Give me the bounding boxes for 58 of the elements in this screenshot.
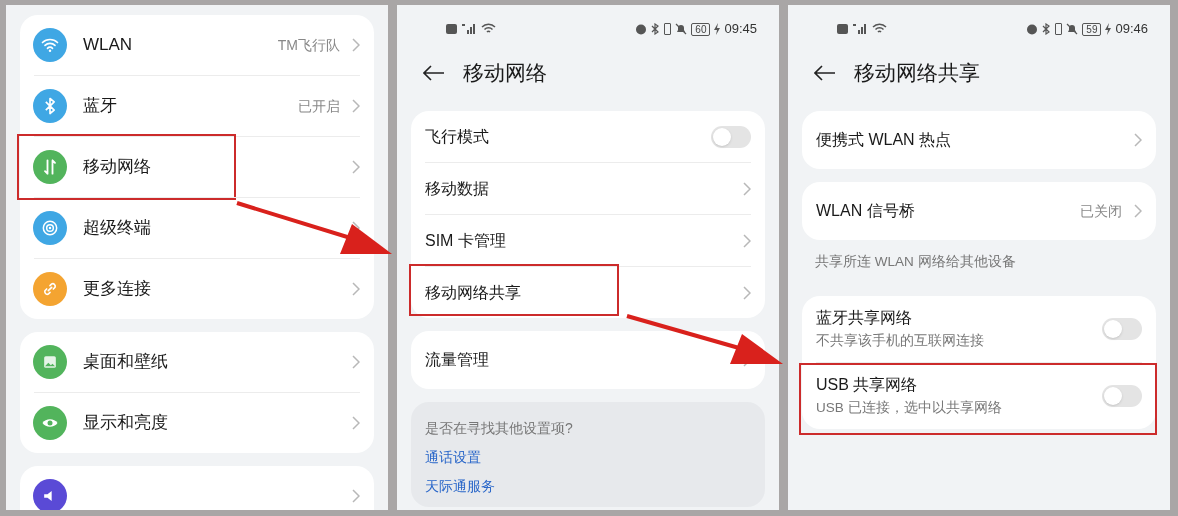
chevron-icon bbox=[743, 233, 751, 248]
settings-link[interactable]: 天际通服务 bbox=[425, 476, 495, 497]
chevron-icon bbox=[1134, 204, 1142, 218]
settings-item[interactable]: 飞行模式 bbox=[425, 111, 751, 162]
bluetooth-icon bbox=[651, 23, 661, 35]
settings-item[interactable]: 移动网络共享 bbox=[425, 267, 751, 318]
bluetooth-icon bbox=[1042, 23, 1052, 35]
back-icon[interactable] bbox=[423, 65, 445, 81]
chevron-icon bbox=[352, 160, 360, 174]
charging-icon bbox=[714, 23, 721, 35]
phone-icon bbox=[1055, 23, 1063, 35]
settings-item[interactable]: 桌面和壁纸 bbox=[34, 332, 360, 392]
signal-icon bbox=[461, 23, 477, 35]
chevron-icon bbox=[743, 285, 751, 300]
settings-item[interactable]: 更多连接 bbox=[34, 259, 360, 319]
settings-item[interactable]: USB 共享网络 USB 已连接，选中以共享网络 bbox=[816, 363, 1142, 430]
settings-item[interactable]: WLAN TM飞行队 bbox=[34, 15, 360, 75]
chevron-icon bbox=[352, 355, 360, 369]
clock-time: 09:46 bbox=[1115, 20, 1148, 39]
settings-item[interactable]: 移动数据 bbox=[425, 163, 751, 214]
item-subtitle: 不共享该手机的互联网连接 bbox=[816, 331, 985, 350]
signal-icon bbox=[852, 23, 868, 35]
toggle-switch[interactable] bbox=[1102, 385, 1142, 408]
charging-icon bbox=[1105, 23, 1112, 35]
chevron-icon bbox=[352, 282, 360, 296]
chevron-icon bbox=[352, 38, 360, 52]
chevron-icon bbox=[743, 181, 751, 196]
suggestion-prompt: 是否在寻找其他设置项? bbox=[425, 419, 573, 438]
chevron-icon bbox=[352, 489, 360, 503]
toggle-switch[interactable] bbox=[1102, 318, 1142, 341]
settings-link[interactable]: 通话设置 bbox=[425, 447, 481, 468]
chevron-icon bbox=[352, 416, 360, 430]
muted-bell-icon bbox=[1066, 23, 1079, 35]
wifi-icon bbox=[872, 23, 887, 35]
settings-item[interactable]: 便携式 WLAN 热点 bbox=[816, 111, 1142, 169]
item-value: TM飞行队 bbox=[277, 35, 340, 55]
settings-item[interactable]: 蓝牙共享网络 不共享该手机的互联网连接 bbox=[816, 296, 1142, 363]
settings-item[interactable]: WLAN 信号桥 已关闭 bbox=[816, 182, 1142, 240]
page-title: 移动网络共享 bbox=[854, 60, 980, 87]
wifi-icon bbox=[481, 23, 496, 35]
settings-item[interactable]: 显示和亮度 bbox=[34, 393, 360, 453]
settings-item[interactable]: 蓝牙 已开启 bbox=[34, 76, 360, 136]
battery-level: 60 bbox=[691, 22, 711, 36]
page-title: 移动网络 bbox=[463, 60, 547, 87]
battery-level: 59 bbox=[1082, 22, 1102, 36]
muted-bell-icon bbox=[675, 23, 688, 35]
clock-time: 09:45 bbox=[724, 20, 757, 39]
settings-item[interactable]: 移动网络 bbox=[34, 137, 360, 197]
toggle-switch[interactable] bbox=[711, 125, 751, 148]
chevron-icon bbox=[352, 99, 360, 113]
item-value: 已关闭 bbox=[1080, 201, 1122, 221]
section-caption: 共享所连 WLAN 网络给其他设备 bbox=[814, 253, 1017, 271]
item-subtitle: USB 已连接，选中以共享网络 bbox=[816, 398, 1003, 417]
settings-item[interactable]: SIM 卡管理 bbox=[425, 215, 751, 266]
item-value: 已开启 bbox=[298, 96, 340, 116]
phone-icon bbox=[664, 23, 672, 35]
back-icon[interactable] bbox=[814, 65, 836, 81]
chevron-icon bbox=[1134, 133, 1142, 147]
